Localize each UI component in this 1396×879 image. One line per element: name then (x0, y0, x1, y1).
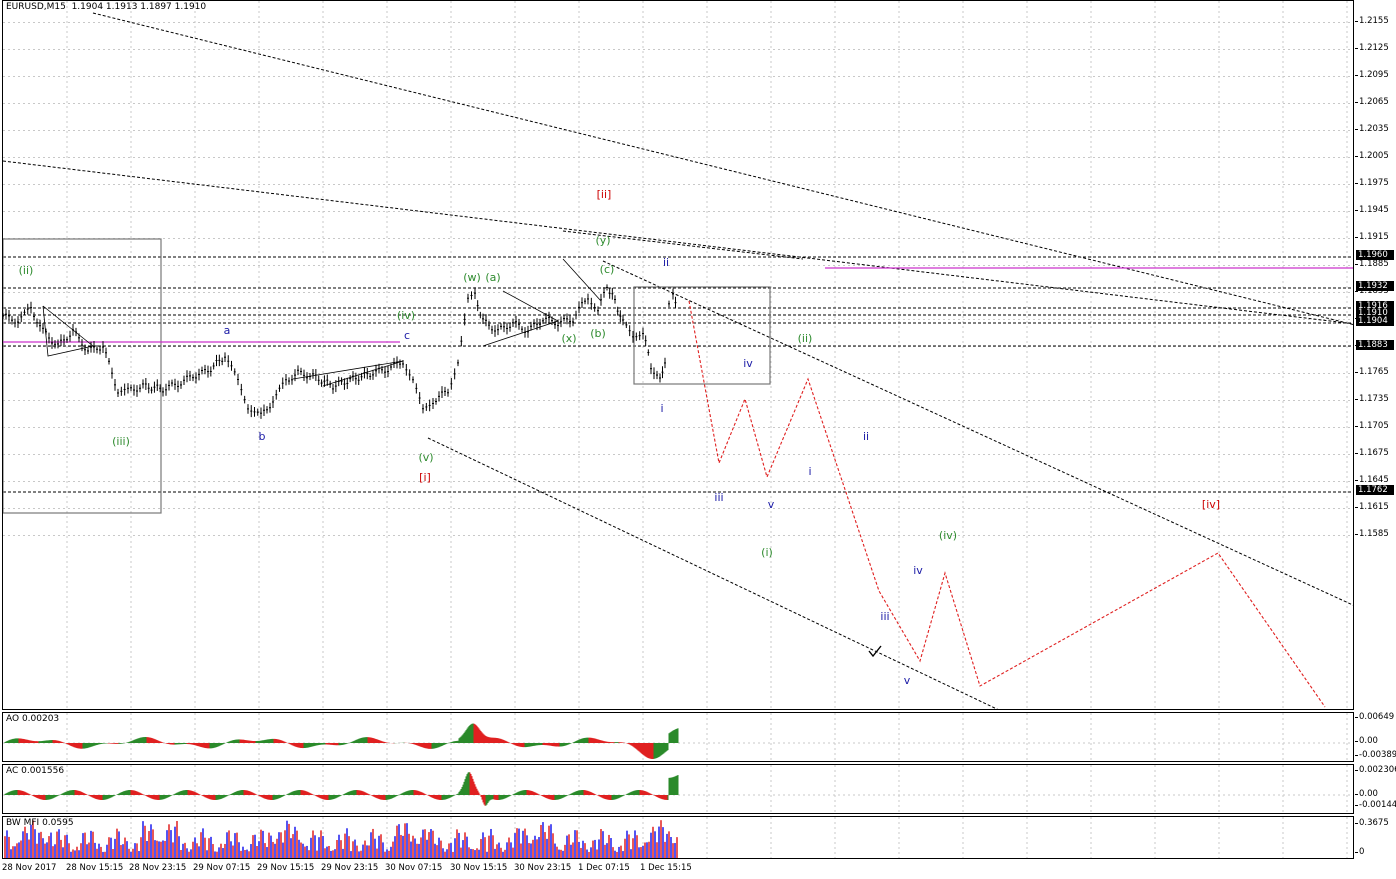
price-tick: 1.1645 (1355, 474, 1389, 485)
wave-label: iii (714, 491, 723, 504)
price-tick: 1.1975 (1355, 177, 1389, 188)
price-tick: 1.1885 (1355, 258, 1389, 269)
price-tick: 1.2065 (1355, 96, 1389, 107)
wave-label: (iv) (397, 309, 415, 322)
time-label: 28 Nov 23:15 (129, 863, 187, 873)
ao-tick-zero: 0.00 (1355, 736, 1378, 746)
trendline (3, 160, 1353, 325)
wave-label: v (768, 498, 775, 511)
mfi-title: BW MFI 0.0595 (6, 818, 74, 828)
time-label: 29 Nov 15:15 (257, 863, 315, 873)
price-axis: 1.2155 1.2125 1.2095 1.2065 1.2035 1.2005 1.19… (1355, 0, 1396, 710)
wave-label: iv (913, 564, 923, 577)
trendline (92, 12, 1353, 326)
ao-axis: 0.00649 0.00 -0.00389 (1354, 712, 1396, 762)
ohlc-values: 1.1904 1.1913 1.1897 1.1910 (71, 2, 207, 12)
wave-label: v (904, 674, 911, 687)
price-chart-canvas: (ii) (iii) a b c (iv) (v) [i] (w) (a) (x) (b) (c) (y)… (3, 1, 1353, 709)
price-tick: 1.1675 (1355, 447, 1389, 458)
wave-label: (ii) (19, 264, 34, 277)
time-label: 29 Nov 07:15 (193, 863, 251, 873)
price-tick: 1.1765 (1355, 366, 1389, 377)
trendline (602, 260, 1353, 606)
ac-tick-min: -0.00144 (1354, 800, 1396, 810)
bw-mfi-histogram (4, 817, 1348, 858)
ac-tick-zero: 0.00 (1355, 789, 1378, 799)
price-tick: 1.1945 (1355, 204, 1389, 215)
time-label: 29 Nov 23:15 (321, 863, 379, 873)
wave-label: b (259, 430, 266, 443)
wave-label: [ii] (597, 188, 612, 201)
wave-label: [iv] (1202, 498, 1220, 511)
wave-label: (x) (561, 332, 576, 345)
ao-indicator-pane[interactable]: AO 0.00203 (2, 712, 1354, 762)
mfi-tick-zero: 0 (1354, 847, 1365, 857)
wave-label: (i) (761, 546, 773, 559)
price-tick: 1.1585 (1355, 528, 1389, 539)
wave-label: (iv) (939, 529, 957, 542)
ac-title: AC 0.001556 (6, 766, 65, 776)
time-label: 1 Dec 15:15 (640, 863, 692, 873)
price-tick: 1.2005 (1355, 150, 1389, 161)
wave-label: i (660, 402, 663, 415)
price-tick: 1.1735 (1355, 393, 1389, 404)
price-level-box: 1.1932 (1356, 281, 1394, 291)
price-level-box: 1.1960 (1356, 250, 1394, 260)
price-tick: 1.2095 (1355, 69, 1389, 80)
pattern-outline (562, 258, 602, 302)
price-tick: 1.1915 (1355, 231, 1389, 242)
wave-label: (ii) (798, 332, 813, 345)
price-level-box: 1.1762 (1356, 485, 1394, 495)
price-tick: 1.2125 (1355, 42, 1389, 53)
time-label: 28 Nov 2017 (2, 863, 57, 873)
ac-tick-max: 0.002306 (1355, 765, 1396, 775)
main-chart-pane[interactable]: (ii) (iii) a b c (iv) (v) [i] (w) (a) (x) (b) (c) (y)… (2, 0, 1354, 710)
symbol-timeframe: EURUSD,M15 (6, 2, 66, 12)
ao-title: AO 0.00203 (6, 714, 60, 724)
analysis-box (3, 238, 162, 514)
time-label: 28 Nov 15:15 (66, 863, 124, 873)
wave-label: (iii) (112, 435, 130, 448)
ao-tick-min: -0.00389 (1354, 750, 1396, 760)
forecast-path (688, 300, 1326, 708)
price-tick: 1.2155 (1355, 15, 1389, 26)
ao-histogram (3, 713, 1353, 761)
wave-label: i (808, 465, 811, 478)
wave-label: (a) (485, 271, 500, 284)
wave-label: (b) (590, 327, 606, 340)
wave-label: ii (863, 430, 869, 443)
ao-tick-max: 0.00649 (1354, 712, 1395, 722)
price-level-box: 1.1883 (1356, 340, 1394, 350)
wave-label: iv (743, 357, 753, 370)
wave-label: c (404, 329, 410, 342)
chart-title: EURUSD,M15 1.1904 1.1913 1.1897 1.1910 (6, 2, 206, 12)
bw-mfi-pane[interactable]: BW MFI 0.0595 (2, 816, 1354, 859)
wave-label: (y) (595, 234, 610, 247)
time-label: 30 Nov 15:15 (450, 863, 508, 873)
price-tick: 1.1705 (1355, 420, 1389, 431)
wave-label: a (224, 324, 231, 337)
wave-label: (c) (600, 263, 615, 276)
price-level-box: 1.1904 (1356, 316, 1394, 326)
time-label: 30 Nov 07:15 (385, 863, 443, 873)
time-label: 30 Nov 23:15 (514, 863, 572, 873)
ac-histogram (3, 765, 1353, 813)
mfi-axis: 0.3675 0 (1354, 816, 1396, 859)
wave-label: (w) (463, 271, 481, 284)
wave-label: iii (880, 610, 889, 623)
ac-indicator-pane[interactable]: AC 0.001556 (2, 764, 1354, 814)
price-tick: 1.1615 (1355, 501, 1389, 512)
price-tick: 1.2035 (1355, 123, 1389, 134)
wave-label: ii (663, 256, 669, 269)
wave-label: (v) (418, 451, 433, 464)
time-axis: 28 Nov 2017 28 Nov 15:15 28 Nov 23:15 29 No… (2, 860, 1354, 879)
time-label: 1 Dec 07:15 (578, 863, 630, 873)
wave-label: [i] (419, 471, 431, 484)
ac-axis: 0.002306 0.00 -0.00144 (1354, 764, 1396, 814)
mfi-tick-max: 0.3675 (1355, 818, 1389, 828)
